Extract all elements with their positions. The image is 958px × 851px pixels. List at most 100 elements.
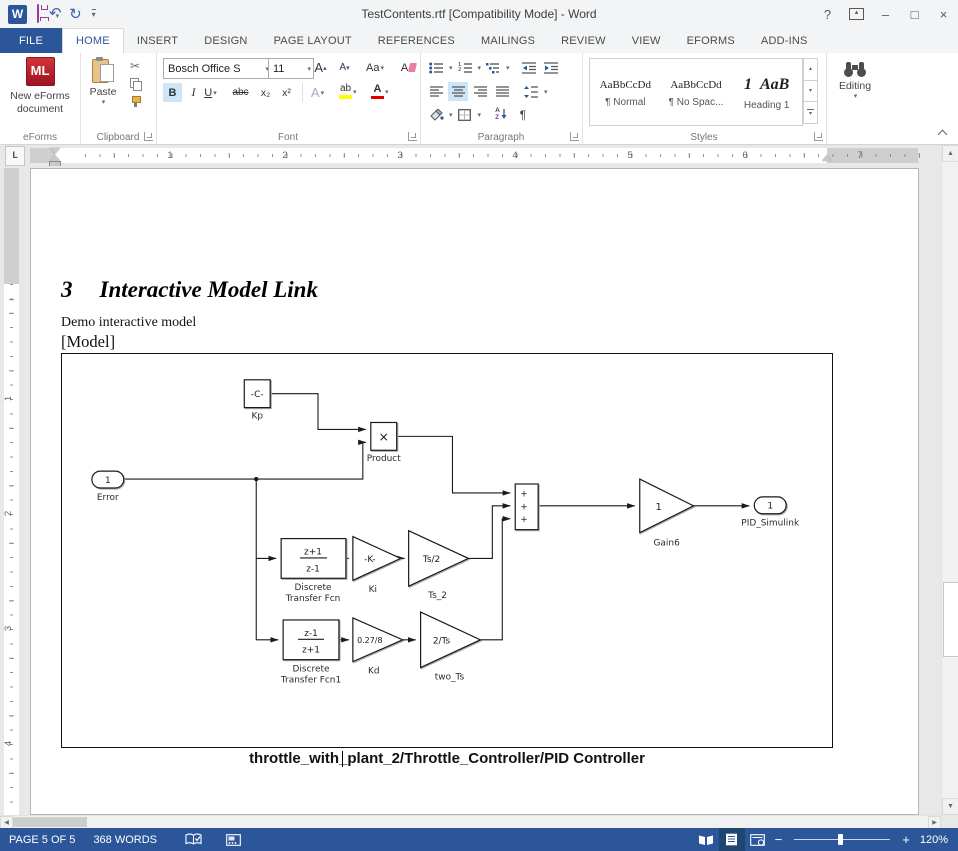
heading-1[interactable]: 3Interactive Model Link (61, 277, 318, 303)
styles-scroll-up-button[interactable]: ▴ (803, 58, 818, 81)
line-spacing-dropdown-icon[interactable]: ▾ (544, 88, 548, 96)
paragraph-dialog-launcher[interactable] (570, 132, 579, 141)
borders-button[interactable] (455, 105, 475, 124)
hanging-indent-marker[interactable] (50, 155, 60, 161)
italic-button[interactable]: I (185, 83, 202, 102)
styles-dialog-launcher[interactable] (814, 132, 823, 141)
align-right-button[interactable] (470, 82, 490, 101)
borders-dropdown-icon[interactable]: ▾ (478, 111, 482, 119)
numbering-button[interactable]: 12 (455, 58, 475, 77)
tab-file[interactable]: FILE (0, 28, 62, 53)
shrink-font-button[interactable]: A▾ (336, 58, 353, 77)
zoom-slider[interactable] (794, 839, 890, 840)
tab-stop-selector[interactable]: L (5, 146, 25, 166)
undo-dropdown-icon[interactable]: ▾ (56, 13, 60, 20)
word-app-icon[interactable]: W (8, 5, 27, 24)
undo-button[interactable]: ↶▾ (49, 5, 59, 23)
vertical-ruler[interactable]: 1 2 3 4 (4, 168, 19, 815)
close-button[interactable]: × (929, 0, 958, 28)
customize-qat-button[interactable]: ▾ (92, 9, 96, 19)
tab-view[interactable]: VIEW (619, 28, 674, 53)
zoom-percentage[interactable]: 120% (914, 834, 958, 846)
simulink-model-image[interactable]: -C- Kp 1 Error × Product z+1 z-1 Discret (61, 353, 833, 748)
tab-mailings[interactable]: MAILINGS (468, 28, 548, 53)
tab-addins[interactable]: ADD-INS (748, 28, 821, 53)
tab-references[interactable]: REFERENCES (365, 28, 468, 53)
first-line-indent-marker[interactable] (50, 148, 60, 154)
left-indent-marker[interactable] (50, 162, 60, 166)
show-hide-pilcrow-button[interactable]: ¶ (513, 105, 533, 124)
superscript-button[interactable]: x² (278, 83, 295, 102)
tab-design[interactable]: DESIGN (191, 28, 260, 53)
paste-dropdown-icon[interactable]: ▾ (102, 99, 106, 108)
model-caption[interactable]: throttle_with_plant_2/Throttle_Controlle… (61, 750, 833, 767)
multilevel-list-button[interactable] (483, 58, 503, 77)
copy-button[interactable] (126, 75, 144, 92)
align-left-button[interactable] (426, 82, 446, 101)
underline-button[interactable]: U▾ (202, 83, 219, 102)
tab-page-layout[interactable]: PAGE LAYOUT (261, 28, 365, 53)
print-layout-button[interactable] (719, 828, 745, 851)
tab-home[interactable]: HOME (62, 28, 124, 54)
styles-scroll-down-button[interactable]: ▾ (803, 81, 818, 103)
bullets-dropdown-icon[interactable]: ▾ (449, 64, 453, 72)
increase-indent-button[interactable] (541, 58, 561, 77)
vertical-scrollbar-thumb[interactable] (943, 582, 958, 657)
editing-button[interactable]: Editing ▾ (834, 61, 876, 102)
paste-button[interactable]: Paste ▾ (86, 57, 120, 108)
shading-dropdown-icon[interactable]: ▾ (449, 111, 453, 119)
subscript-button[interactable]: x₂ (257, 83, 274, 102)
minimize-button[interactable]: – (871, 0, 900, 28)
web-layout-button[interactable] (745, 828, 771, 851)
document-page[interactable]: 3Interactive Model Link Demo interactive… (30, 168, 919, 815)
change-case-button[interactable]: Aa▾ (366, 58, 384, 77)
redo-button[interactable]: ↻ (69, 7, 82, 22)
bold-button[interactable]: B (163, 83, 182, 102)
zoom-slider-thumb[interactable] (838, 834, 843, 845)
text-effects-button[interactable]: A▾ (309, 83, 326, 102)
multilevel-dropdown-icon[interactable]: ▾ (506, 64, 510, 72)
horizontal-scrollbar[interactable]: ◀ ▶ (0, 815, 941, 828)
shading-button[interactable] (426, 105, 446, 124)
font-name-combo[interactable]: Bosch Office S ▾ (163, 58, 272, 79)
maximize-button[interactable]: □ (900, 0, 929, 28)
grow-font-button[interactable]: A▴ (312, 58, 329, 77)
proofing-status-button[interactable] (180, 828, 207, 851)
font-size-combo[interactable]: 11 ▾ (268, 58, 314, 79)
page-indicator[interactable]: PAGE 5 OF 5 (0, 828, 84, 851)
align-center-button[interactable] (448, 82, 468, 101)
style-no-spacing[interactable]: AaBbCcDd ¶ No Spac... (661, 59, 732, 125)
horizontal-ruler[interactable]: 1 2 3 4 5 6 7 (30, 148, 918, 163)
style-heading1[interactable]: 1 AaB Heading 1 (731, 59, 802, 125)
clipboard-dialog-launcher[interactable] (144, 132, 153, 141)
bullets-button[interactable] (426, 58, 446, 77)
font-dialog-launcher[interactable] (408, 132, 417, 141)
highlight-dropdown-icon[interactable]: ▾ (353, 88, 357, 96)
right-indent-marker[interactable] (822, 155, 832, 161)
scroll-up-button[interactable]: ▲ (942, 145, 958, 162)
zoom-out-button[interactable]: − (771, 832, 787, 847)
font-color-dropdown-icon[interactable]: ▾ (385, 88, 389, 96)
clear-formatting-button[interactable]: A (400, 58, 417, 77)
line-spacing-button[interactable] (521, 82, 541, 101)
highlight-color-button[interactable]: ab ▾ (339, 82, 357, 101)
font-color-button[interactable]: A ▾ (371, 82, 389, 101)
format-painter-button[interactable] (126, 93, 144, 110)
cut-button[interactable]: ✂ (126, 57, 144, 74)
help-button[interactable]: ? (813, 0, 842, 28)
numbering-dropdown-icon[interactable]: ▾ (478, 64, 482, 72)
styles-more-button[interactable]: ▾ (803, 102, 818, 124)
macro-status-button[interactable] (221, 828, 246, 851)
tab-eforms[interactable]: EFORMS (674, 28, 748, 53)
style-normal[interactable]: AaBbCcDd ¶ Normal (590, 59, 661, 125)
paragraph-model-tag[interactable]: [Model] (61, 332, 115, 352)
new-eforms-document-button[interactable]: ML New eForms document (9, 57, 71, 116)
read-mode-button[interactable] (693, 828, 719, 851)
justify-button[interactable] (492, 82, 512, 101)
zoom-in-button[interactable]: + (898, 832, 914, 847)
vertical-scrollbar[interactable]: ▲ ▼ (941, 145, 958, 815)
paragraph-demo[interactable]: Demo interactive model (61, 315, 196, 331)
strikethrough-button[interactable]: abc (232, 83, 249, 102)
scroll-down-button[interactable]: ▼ (942, 798, 958, 815)
collapse-ribbon-button[interactable] (938, 129, 946, 137)
